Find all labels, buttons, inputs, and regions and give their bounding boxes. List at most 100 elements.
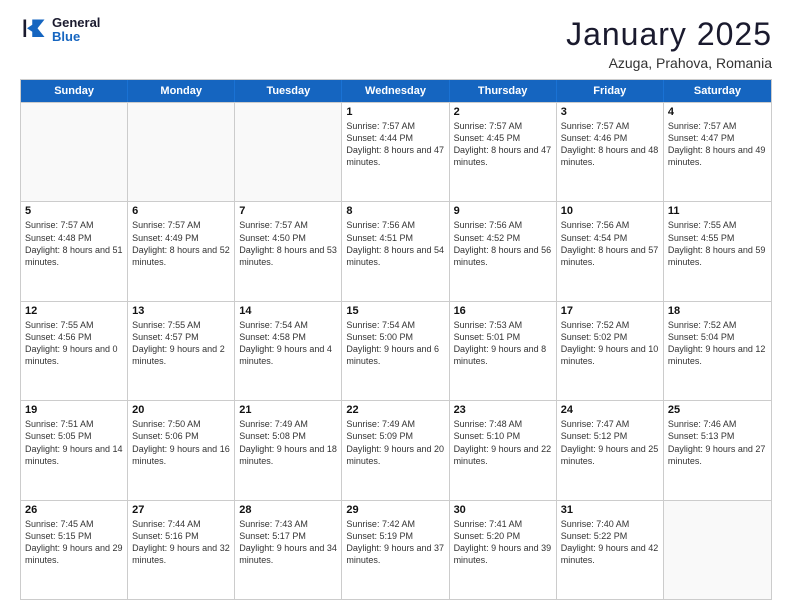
logo: General Blue	[20, 16, 100, 45]
cal-header-saturday: Saturday	[664, 80, 771, 102]
cell-info: Sunrise: 7:47 AMSunset: 5:12 PMDaylight:…	[561, 418, 659, 467]
cal-cell-day-4: 4 Sunrise: 7:57 AMSunset: 4:47 PMDaylight…	[664, 103, 771, 201]
cal-header-monday: Monday	[128, 80, 235, 102]
cell-info: Sunrise: 7:44 AMSunset: 5:16 PMDaylight:…	[132, 518, 230, 567]
cal-cell-day-29: 29Sunrise: 7:42 AMSunset: 5:19 PMDayligh…	[342, 501, 449, 599]
cell-info: Sunrise: 7:57 AMSunset: 4:48 PMDaylight:…	[25, 219, 123, 268]
cal-cell-day-27: 27 Sunrise: 7:44 AMSunset: 5:16 PMDayligh…	[128, 501, 235, 599]
day-number: 29	[346, 504, 444, 516]
cell-info: Sunrise: 7:45 AMSunset: 5:15 PMDaylight:…	[25, 518, 123, 567]
cell-info: Sunrise: 7:51 AMSunset: 5:05 PMDaylight:…	[25, 418, 123, 467]
cell-info: Sunrise: 7:55 AMSunset: 4:57 PMDaylight:…	[132, 319, 230, 368]
cal-header-friday: Friday	[557, 80, 664, 102]
cal-cell-day-13: 13 Sunrise: 7:55 AMSunset: 4:57 PMDayligh…	[128, 302, 235, 400]
day-number: 15	[346, 305, 444, 317]
cal-cell-empty	[128, 103, 235, 201]
title-block: January 2025 Azuga, Prahova, Romania	[566, 16, 772, 71]
cell-info: Sunrise: 7:54 AMSunset: 4:58 PMDaylight:…	[239, 319, 337, 368]
day-number: 7	[239, 205, 337, 217]
cal-cell-day-18: 18Sunrise: 7:52 AMSunset: 5:04 PMDayligh…	[664, 302, 771, 400]
cell-info: Sunrise: 7:41 AMSunset: 5:20 PMDaylight:…	[454, 518, 552, 567]
day-number: 20	[132, 404, 230, 416]
cal-cell-day-17: 17Sunrise: 7:52 AMSunset: 5:02 PMDayligh…	[557, 302, 664, 400]
cal-header-wednesday: Wednesday	[342, 80, 449, 102]
day-number: 24	[561, 404, 659, 416]
cal-cell-day-28: 28Sunrise: 7:43 AMSunset: 5:17 PMDayligh…	[235, 501, 342, 599]
cal-cell-day-9: 9 Sunrise: 7:56 AMSunset: 4:52 PMDaylight…	[450, 202, 557, 300]
cell-info: Sunrise: 7:43 AMSunset: 5:17 PMDaylight:…	[239, 518, 337, 567]
day-number: 17	[561, 305, 659, 317]
cal-cell-empty	[21, 103, 128, 201]
cell-info: Sunrise: 7:54 AMSunset: 5:00 PMDaylight:…	[346, 319, 444, 368]
calendar-title: January 2025	[566, 16, 772, 53]
day-number: 21	[239, 404, 337, 416]
cell-info: Sunrise: 7:57 AMSunset: 4:46 PMDaylight:…	[561, 120, 659, 169]
cal-cell-day-7: 7Sunrise: 7:57 AMSunset: 4:50 PMDaylight…	[235, 202, 342, 300]
cal-cell-day-31: 31 Sunrise: 7:40 AMSunset: 5:22 PMDayligh…	[557, 501, 664, 599]
day-number: 23	[454, 404, 552, 416]
day-number: 22	[346, 404, 444, 416]
day-number: 12	[25, 305, 123, 317]
cal-cell-day-19: 19 Sunrise: 7:51 AMSunset: 5:05 PMDayligh…	[21, 401, 128, 499]
day-number: 11	[668, 205, 767, 217]
cal-header-thursday: Thursday	[450, 80, 557, 102]
day-number: 8	[346, 205, 444, 217]
cell-info: Sunrise: 7:55 AMSunset: 4:55 PMDaylight:…	[668, 219, 767, 268]
cell-info: Sunrise: 7:56 AMSunset: 4:54 PMDaylight:…	[561, 219, 659, 268]
cal-cell-day-6: 6 Sunrise: 7:57 AMSunset: 4:49 PMDaylight…	[128, 202, 235, 300]
cell-info: Sunrise: 7:53 AMSunset: 5:01 PMDaylight:…	[454, 319, 552, 368]
day-number: 16	[454, 305, 552, 317]
day-number: 14	[239, 305, 337, 317]
cal-header-tuesday: Tuesday	[235, 80, 342, 102]
cal-cell-day-2: 2 Sunrise: 7:57 AMSunset: 4:45 PMDaylight…	[450, 103, 557, 201]
cell-info: Sunrise: 7:57 AMSunset: 4:49 PMDaylight:…	[132, 219, 230, 268]
cal-cell-day-12: 12 Sunrise: 7:55 AMSunset: 4:56 PMDayligh…	[21, 302, 128, 400]
header: General Blue January 2025 Azuga, Prahova…	[20, 16, 772, 71]
cal-week-5: 26 Sunrise: 7:45 AMSunset: 5:15 PMDayligh…	[21, 500, 771, 599]
cal-cell-day-5: 5 Sunrise: 7:57 AMSunset: 4:48 PMDaylight…	[21, 202, 128, 300]
day-number: 9	[454, 205, 552, 217]
cal-week-3: 12 Sunrise: 7:55 AMSunset: 4:56 PMDayligh…	[21, 301, 771, 400]
cal-cell-empty	[664, 501, 771, 599]
cal-cell-day-14: 14 Sunrise: 7:54 AMSunset: 4:58 PMDayligh…	[235, 302, 342, 400]
cal-cell-day-10: 10 Sunrise: 7:56 AMSunset: 4:54 PMDayligh…	[557, 202, 664, 300]
logo-icon	[20, 16, 48, 44]
cell-info: Sunrise: 7:55 AMSunset: 4:56 PMDaylight:…	[25, 319, 123, 368]
cal-week-4: 19 Sunrise: 7:51 AMSunset: 5:05 PMDayligh…	[21, 400, 771, 499]
cell-info: Sunrise: 7:56 AMSunset: 4:52 PMDaylight:…	[454, 219, 552, 268]
cal-cell-day-25: 25Sunrise: 7:46 AMSunset: 5:13 PMDayligh…	[664, 401, 771, 499]
cell-info: Sunrise: 7:57 AMSunset: 4:45 PMDaylight:…	[454, 120, 552, 169]
cell-info: Sunrise: 7:52 AMSunset: 5:04 PMDaylight:…	[668, 319, 767, 368]
day-number: 5	[25, 205, 123, 217]
cal-header-sunday: Sunday	[21, 80, 128, 102]
cal-cell-day-15: 15 Sunrise: 7:54 AMSunset: 5:00 PMDayligh…	[342, 302, 449, 400]
cal-cell-day-22: 22Sunrise: 7:49 AMSunset: 5:09 PMDayligh…	[342, 401, 449, 499]
day-number: 4	[668, 106, 767, 118]
cal-cell-day-21: 21Sunrise: 7:49 AMSunset: 5:08 PMDayligh…	[235, 401, 342, 499]
cell-info: Sunrise: 7:57 AMSunset: 4:47 PMDaylight:…	[668, 120, 767, 169]
cal-week-1: 1Sunrise: 7:57 AMSunset: 4:44 PMDaylight…	[21, 102, 771, 201]
cal-cell-day-23: 23Sunrise: 7:48 AMSunset: 5:10 PMDayligh…	[450, 401, 557, 499]
day-number: 2	[454, 106, 552, 118]
day-number: 31	[561, 504, 659, 516]
day-number: 27	[132, 504, 230, 516]
cal-cell-day-11: 11 Sunrise: 7:55 AMSunset: 4:55 PMDayligh…	[664, 202, 771, 300]
logo-text: General Blue	[52, 16, 100, 45]
cal-cell-day-1: 1Sunrise: 7:57 AMSunset: 4:44 PMDaylight…	[342, 103, 449, 201]
day-number: 30	[454, 504, 552, 516]
day-number: 10	[561, 205, 659, 217]
day-number: 1	[346, 106, 444, 118]
day-number: 26	[25, 504, 123, 516]
cal-cell-day-3: 3Sunrise: 7:57 AMSunset: 4:46 PMDaylight…	[557, 103, 664, 201]
cal-week-2: 5 Sunrise: 7:57 AMSunset: 4:48 PMDaylight…	[21, 201, 771, 300]
cell-info: Sunrise: 7:40 AMSunset: 5:22 PMDaylight:…	[561, 518, 659, 567]
day-number: 19	[25, 404, 123, 416]
cell-info: Sunrise: 7:56 AMSunset: 4:51 PMDaylight:…	[346, 219, 444, 268]
cell-info: Sunrise: 7:50 AMSunset: 5:06 PMDaylight:…	[132, 418, 230, 467]
cal-cell-day-26: 26 Sunrise: 7:45 AMSunset: 5:15 PMDayligh…	[21, 501, 128, 599]
day-number: 6	[132, 205, 230, 217]
day-number: 13	[132, 305, 230, 317]
calendar-subtitle: Azuga, Prahova, Romania	[566, 55, 772, 71]
cal-cell-day-8: 8 Sunrise: 7:56 AMSunset: 4:51 PMDaylight…	[342, 202, 449, 300]
cal-cell-day-24: 24 Sunrise: 7:47 AMSunset: 5:12 PMDayligh…	[557, 401, 664, 499]
